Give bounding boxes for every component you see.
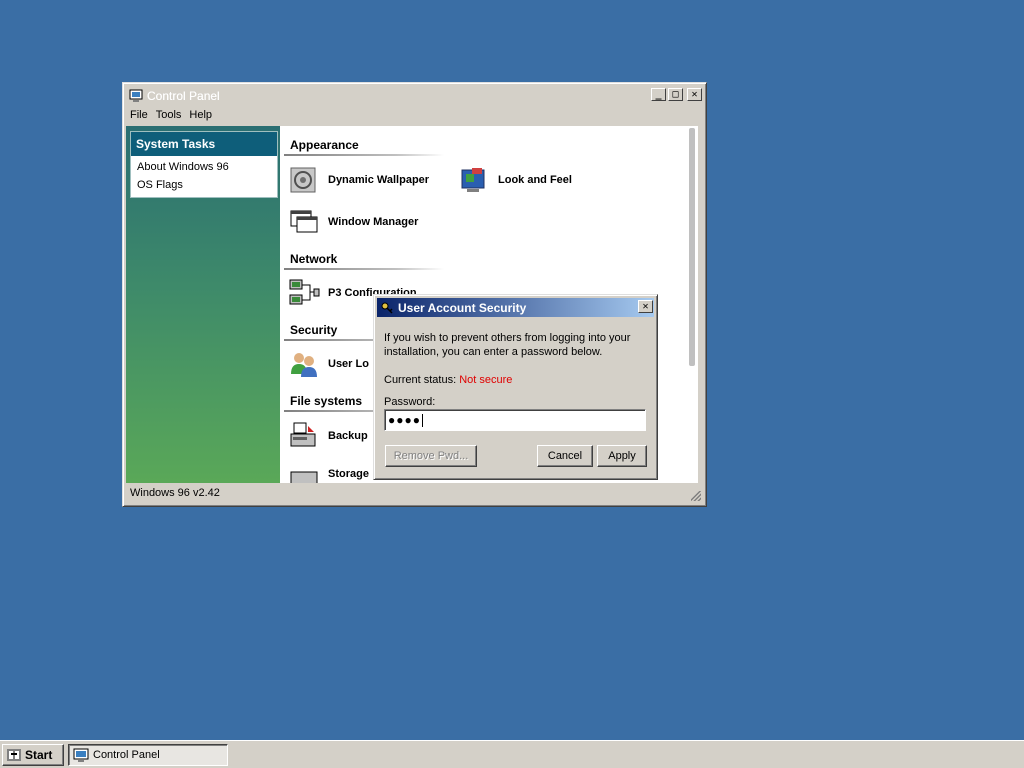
taskbar-item-label: Control Panel: [93, 749, 160, 761]
sidebar-link-os-flags[interactable]: OS Flags: [131, 176, 277, 194]
menubar: File Tools Help: [126, 107, 216, 125]
section-security: Security: [290, 323, 338, 337]
item-storage[interactable]: Storage: [288, 464, 369, 483]
user-account-security-dialog: User Account Security ✕ If you wish to p…: [373, 294, 658, 480]
close-button[interactable]: ✕: [687, 88, 702, 101]
item-backup[interactable]: Backup: [288, 420, 368, 452]
dialog-titlebar[interactable]: User Account Security ✕: [377, 298, 654, 317]
storage-icon: [290, 471, 318, 483]
control-panel-icon: [73, 748, 89, 762]
resize-grip[interactable]: [691, 491, 701, 501]
item-dynamic-wallpaper[interactable]: Dynamic Wallpaper: [288, 164, 429, 196]
status-text: Windows 96 v2.42: [130, 487, 220, 499]
vertical-scrollbar[interactable]: [688, 126, 698, 483]
item-label: User Lo: [328, 358, 369, 370]
side-pane: System Tasks About Windows 96 OS Flags: [126, 126, 280, 483]
section-appearance: Appearance: [290, 138, 359, 152]
window-manager-icon: [290, 210, 318, 233]
text-caret: [422, 413, 423, 427]
section-network: Network: [290, 252, 338, 266]
password-value: ●●●●: [388, 413, 421, 427]
look-and-feel-icon: [461, 168, 485, 192]
wallpaper-icon: [290, 167, 316, 193]
system-tasks-box: System Tasks About Windows 96 OS Flags: [130, 131, 278, 198]
scroll-thumb[interactable]: [689, 128, 695, 366]
item-label: Dynamic Wallpaper: [328, 174, 430, 186]
control-panel-icon: [129, 89, 143, 103]
item-user-accounts[interactable]: User Lo: [288, 348, 369, 380]
status-bar: Windows 96 v2.42: [126, 483, 703, 503]
section-file-systems: File systems: [290, 394, 363, 408]
window-titlebar[interactable]: Control Panel _ □ ✕: [126, 86, 703, 105]
item-label: Window Manager: [328, 216, 419, 228]
item-label: Storage: [328, 468, 369, 480]
sidebar-link-about[interactable]: About Windows 96: [131, 158, 277, 176]
status-value: Not secure: [459, 374, 513, 386]
item-window-manager[interactable]: Window Manager: [288, 206, 418, 238]
cancel-button[interactable]: Cancel: [537, 445, 593, 467]
section-divider: [284, 154, 444, 156]
taskbar-item-control-panel[interactable]: Control Panel: [68, 744, 228, 766]
password-label: Password:: [384, 396, 436, 408]
item-label: Look and Feel: [498, 174, 572, 186]
apply-button[interactable]: Apply: [597, 445, 647, 467]
dialog-title: User Account Security: [398, 300, 527, 315]
section-divider: [284, 268, 444, 270]
start-label: Start: [25, 748, 53, 762]
backup-icon: [290, 422, 316, 447]
minimize-button[interactable]: _: [651, 88, 666, 101]
menu-file[interactable]: File: [126, 107, 152, 125]
users-icon: [291, 353, 317, 377]
remove-password-button[interactable]: Remove Pwd...: [385, 445, 477, 467]
status-label: Current status:: [384, 374, 457, 386]
window-title: Control Panel: [147, 88, 220, 103]
start-button[interactable]: Start: [2, 744, 64, 766]
start-logo-icon: [7, 749, 21, 761]
taskbar: Start Control Panel: [0, 740, 1024, 768]
password-input[interactable]: ●●●●: [384, 409, 646, 431]
dialog-close-button[interactable]: ✕: [638, 300, 653, 313]
menu-help[interactable]: Help: [185, 107, 216, 125]
network-icon: [289, 279, 320, 305]
system-tasks-heading: System Tasks: [131, 132, 277, 156]
maximize-button[interactable]: □: [668, 88, 683, 101]
dialog-message: If you wish to prevent others from loggi…: [384, 332, 631, 358]
menu-tools[interactable]: Tools: [152, 107, 186, 125]
item-label: Backup: [328, 430, 368, 442]
security-keys-icon: [380, 301, 394, 315]
current-status: Current status: Not secure: [384, 374, 512, 386]
item-look-and-feel[interactable]: Look and Feel: [458, 164, 572, 196]
